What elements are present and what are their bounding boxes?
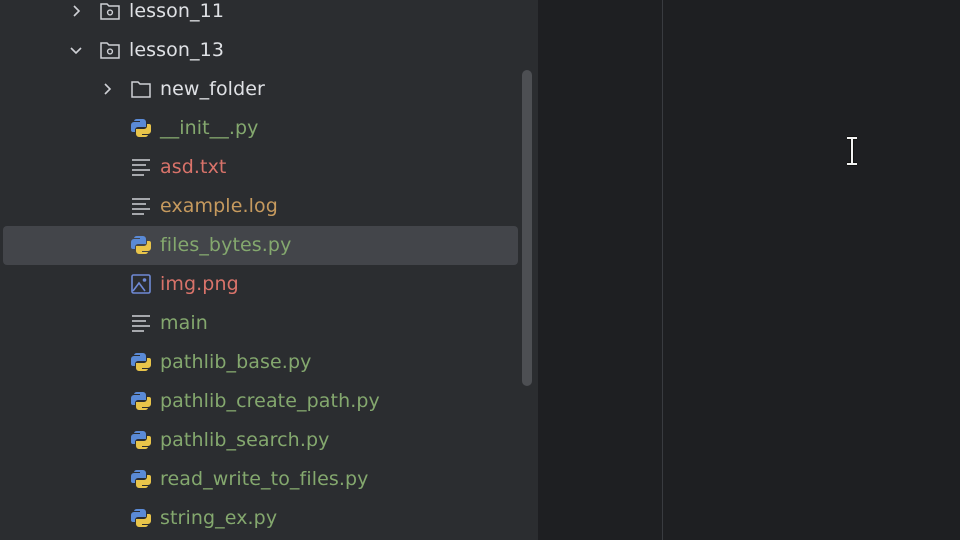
project-tree-scrollbar[interactable] [522,70,532,386]
tree-item-label: __init__.py [160,117,259,139]
chevron-right-icon[interactable] [68,3,84,19]
tree-item-label: main [160,312,208,334]
python-file-icon [130,507,152,529]
tree-item-lesson-11[interactable]: lesson_11 [0,0,538,31]
module-folder-icon [99,39,121,61]
tree-item-label: files_bytes.py [160,234,292,256]
text-file-icon [130,312,152,334]
project-tree: lesson_11 lesson_13 new_folder __init__.… [0,0,538,538]
tree-item-label: string_ex.py [160,507,278,529]
text-file-icon [130,195,152,217]
tree-item-label: new_folder [160,78,265,100]
tree-item-pathlib-base-py[interactable]: pathlib_base.py [0,343,538,382]
tree-item-string-ex-py[interactable]: string_ex.py [0,499,538,538]
tree-item-main[interactable]: main [0,304,538,343]
tree-item-example-log[interactable]: example.log [0,187,538,226]
python-file-icon [130,468,152,490]
chevron-right-icon[interactable] [99,81,115,97]
tree-item-label: img.png [160,273,239,295]
tree-item-pathlib-create-path-py[interactable]: pathlib_create_path.py [0,382,538,421]
python-file-icon [130,117,152,139]
python-file-icon [130,351,152,373]
tree-item-read-write-to-files-py[interactable]: read_write_to_files.py [0,460,538,499]
tree-item-label: pathlib_base.py [160,351,312,373]
tree-item-asd-txt[interactable]: asd.txt [0,148,538,187]
tree-item-lesson-13[interactable]: lesson_13 [0,31,538,70]
module-folder-icon [99,0,121,22]
tree-item-init-py[interactable]: __init__.py [0,109,538,148]
tree-item-label: example.log [160,195,278,217]
python-file-icon [130,429,152,451]
tree-item-label: lesson_13 [129,39,225,61]
tree-item-img-png[interactable]: img.png [0,265,538,304]
tree-item-new-folder[interactable]: new_folder [0,70,538,109]
project-tool-window: lesson_11 lesson_13 new_folder __init__.… [0,0,538,540]
editor-area[interactable] [538,0,960,540]
python-file-icon [130,234,152,256]
tree-item-files-bytes-py[interactable]: files_bytes.py [3,226,518,265]
chevron-down-icon[interactable] [68,42,84,58]
tree-item-label: asd.txt [160,156,227,178]
editor-divider [662,0,663,540]
tree-item-pathlib-search-py[interactable]: pathlib_search.py [0,421,538,460]
tree-item-label: lesson_11 [129,0,225,22]
text-cursor-icon [845,136,859,166]
python-file-icon [130,390,152,412]
tree-item-label: read_write_to_files.py [160,468,369,490]
text-file-icon [130,156,152,178]
ide-window: lesson_11 lesson_13 new_folder __init__.… [0,0,960,540]
folder-icon [130,78,152,100]
image-file-icon [130,273,152,295]
tree-item-label: pathlib_search.py [160,429,330,451]
tree-item-label: pathlib_create_path.py [160,390,380,412]
